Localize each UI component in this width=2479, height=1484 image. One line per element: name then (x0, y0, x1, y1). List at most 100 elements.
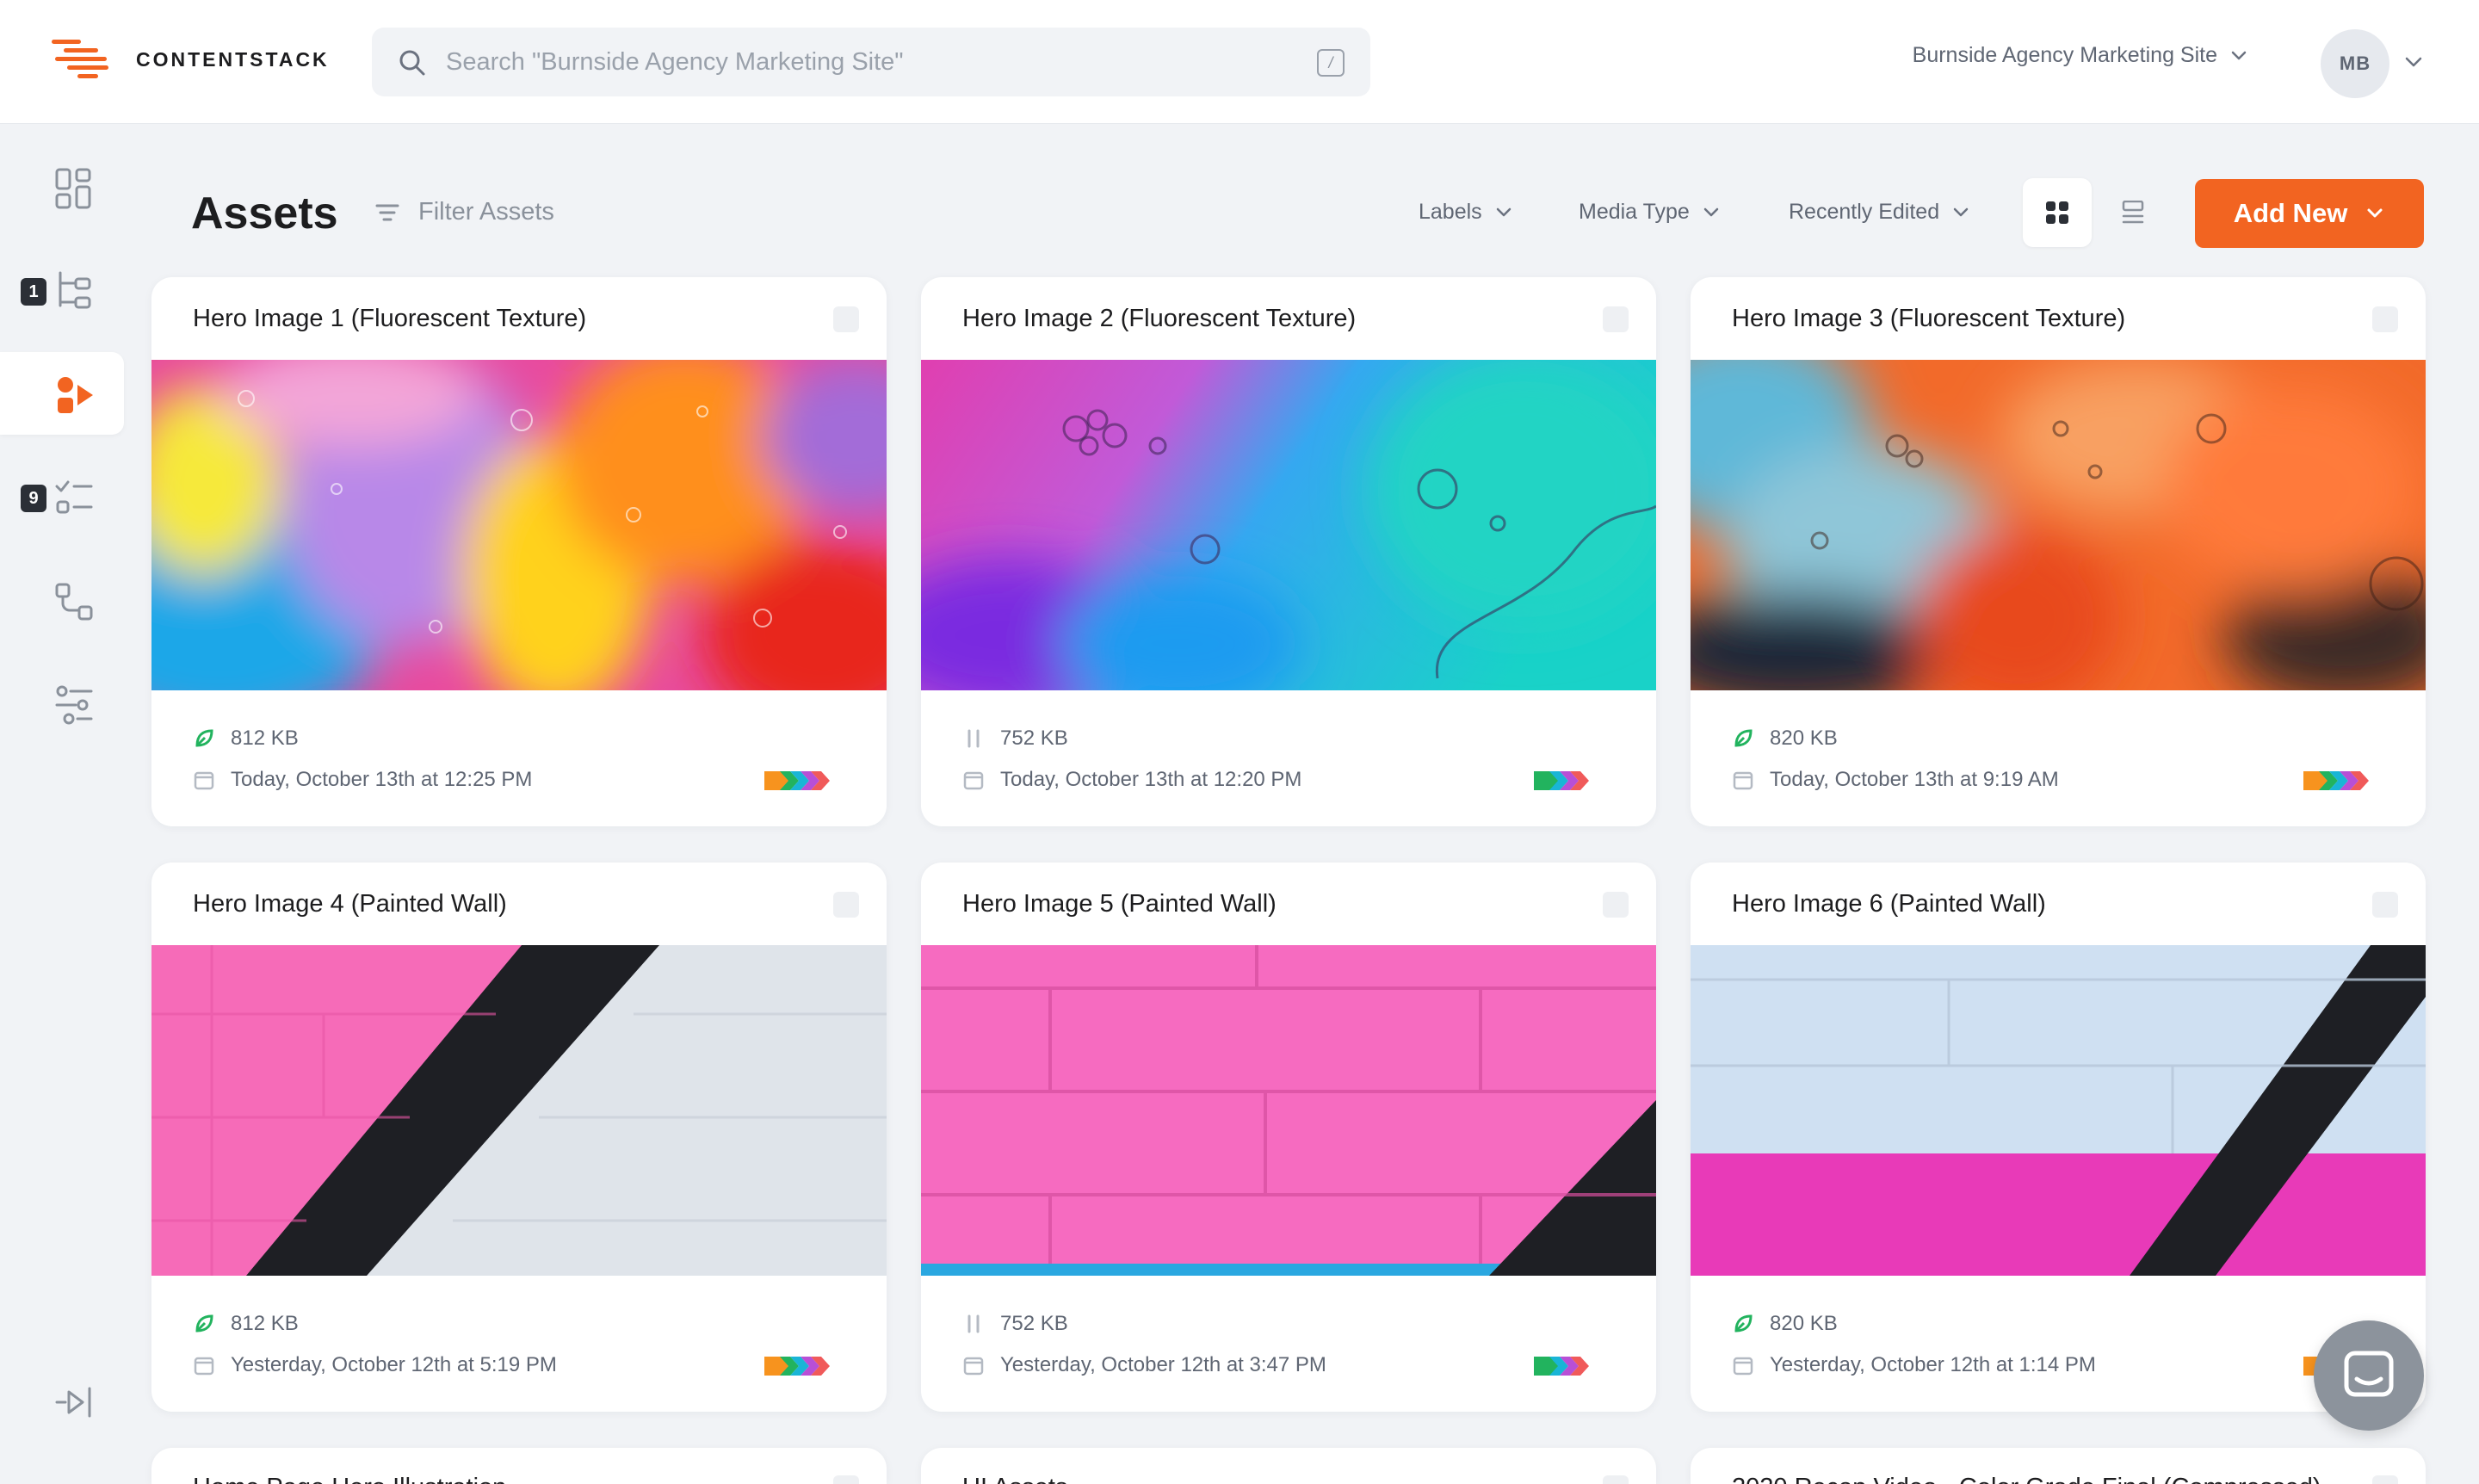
asset-title: 2020 Recap Video - Color Grade Final (Co… (1732, 1474, 2321, 1484)
sidebar-item-entries[interactable]: 9 (0, 455, 124, 538)
calendar-icon (194, 1357, 214, 1376)
asset-title: Hero Image 1 (Fluorescent Texture) (193, 305, 587, 332)
asset-select-checkbox[interactable] (2372, 1475, 2398, 1484)
asset-thumbnail[interactable] (151, 360, 887, 690)
labels-dropdown[interactable]: Labels (1419, 200, 1513, 225)
asset-date: Today, October 13th at 12:20 PM (1000, 768, 1302, 791)
asset-select-checkbox[interactable] (2372, 306, 2398, 332)
asset-select-checkbox[interactable] (2372, 892, 2398, 918)
chat-icon (2344, 1351, 2394, 1397)
sidebar-item-assets[interactable] (0, 352, 124, 435)
paused-icon (967, 1314, 980, 1333)
search-icon (399, 50, 425, 76)
filter-icon (375, 204, 399, 220)
sidebar-item-settings[interactable] (0, 662, 124, 745)
publish-environments-icon[interactable] (764, 770, 844, 792)
grid-view-button[interactable] (2023, 178, 2092, 247)
asset-thumbnail[interactable] (1691, 360, 2426, 690)
stack-name: Burnside Agency Marketing Site (1912, 43, 2217, 67)
asset-thumbnail[interactable] (921, 360, 1656, 690)
asset-title: Hero Image 2 (Fluorescent Texture) (962, 305, 1357, 332)
entries-list-icon (55, 480, 93, 514)
asset-card[interactable]: 2020 Recap Video - Color Grade Final (Co… (1691, 1448, 2426, 1484)
published-leaf-icon (195, 1314, 213, 1333)
asset-date-row: Yesterday, October 12th at 1:14 PM (1732, 1353, 2096, 1377)
asset-size: 820 KB (1770, 727, 1838, 750)
sidebar-item-workflows[interactable] (0, 559, 124, 641)
user-avatar[interactable]: MB (2321, 29, 2389, 98)
dashboard-icon (55, 168, 91, 209)
sidebar-collapse-button[interactable] (0, 1359, 124, 1442)
chevron-down-icon (1703, 207, 1719, 216)
chat-launcher-button[interactable] (2314, 1320, 2424, 1431)
sidebar-badge: 1 (21, 278, 46, 306)
sidebar-item-content-models[interactable]: 1 (0, 249, 124, 331)
asset-size: 812 KB (231, 727, 299, 750)
asset-date: Today, October 13th at 9:19 AM (1770, 768, 2059, 791)
filter-assets-label: Filter Assets (418, 198, 554, 226)
publish-environments-icon[interactable] (1534, 770, 1613, 792)
asset-card[interactable]: Hero Image 5 (Painted Wall) 752 KB Yeste… (921, 863, 1656, 1412)
add-new-button[interactable]: Add New (2195, 179, 2424, 248)
asset-card[interactable]: Hero Image 4 (Painted Wall) 812 KB Yeste… (151, 863, 887, 1412)
search-bar[interactable]: / (372, 28, 1370, 96)
asset-date: Yesterday, October 12th at 5:19 PM (231, 1353, 557, 1376)
asset-title: Home Page Hero Illustration (193, 1474, 506, 1484)
asset-date-row: Today, October 13th at 9:19 AM (1732, 768, 2059, 792)
top-bar: CONTENTSTACK / Burnside Agency Marketing… (0, 0, 2479, 124)
asset-select-checkbox[interactable] (833, 1475, 859, 1484)
assets-icon (58, 377, 93, 413)
asset-date-row: Yesterday, October 12th at 5:19 PM (193, 1353, 557, 1377)
asset-select-checkbox[interactable] (1603, 1475, 1629, 1484)
stack-selector[interactable]: Burnside Agency Marketing Site (1913, 43, 2248, 68)
page-title: Assets (191, 189, 338, 238)
grid-view-icon (2046, 201, 2068, 224)
asset-card[interactable]: Home Page Hero Illustration (151, 1448, 887, 1484)
sort-dropdown-label: Recently Edited (1789, 200, 1940, 224)
asset-card[interactable]: Hero Image 3 (Fluorescent Texture) 820 K… (1691, 277, 2426, 826)
asset-select-checkbox[interactable] (1603, 892, 1629, 918)
asset-thumbnail[interactable] (151, 945, 887, 1276)
asset-card[interactable]: Hero Image 1 (Fluorescent Texture) 812 K… (151, 277, 887, 826)
asset-size: 820 KB (1770, 1312, 1838, 1335)
asset-select-checkbox[interactable] (1603, 306, 1629, 332)
asset-select-checkbox[interactable] (833, 306, 859, 332)
asset-card[interactable]: Hero Image 6 (Painted Wall) 820 KB Yeste… (1691, 863, 2426, 1412)
search-input[interactable] (446, 40, 1221, 84)
chevron-down-icon[interactable] (2403, 52, 2424, 72)
sidebar: 1 9 (0, 125, 124, 1484)
content-model-icon (59, 271, 91, 309)
asset-thumbnail[interactable] (921, 945, 1656, 1276)
asset-card[interactable]: Hero Image 2 (Fluorescent Texture) 752 K… (921, 277, 1656, 826)
contentstack-logo-icon[interactable] (52, 34, 112, 88)
calendar-icon (963, 771, 984, 790)
publish-environments-icon[interactable] (764, 1355, 844, 1377)
list-view-button[interactable] (2099, 178, 2167, 247)
publish-environments-icon[interactable] (1534, 1355, 1613, 1377)
asset-title: Hero Image 5 (Painted Wall) (962, 890, 1277, 918)
asset-card[interactable]: UI Assets (921, 1448, 1656, 1484)
asset-title: UI Assets (962, 1474, 1068, 1484)
published-leaf-icon (1734, 729, 1753, 747)
asset-thumbnail[interactable] (1691, 945, 2426, 1276)
chevron-down-icon (2367, 208, 2383, 218)
labels-dropdown-label: Labels (1419, 200, 1482, 224)
asset-size-row: 752 KB (962, 727, 1068, 751)
sidebar-item-dashboard[interactable] (0, 145, 124, 228)
sort-dropdown[interactable]: Recently Edited (1789, 200, 1970, 225)
publish-environments-icon[interactable] (2303, 770, 2383, 792)
media-type-dropdown[interactable]: Media Type (1579, 200, 1721, 225)
chevron-down-icon (2231, 51, 2247, 59)
asset-date-row: Yesterday, October 12th at 3:47 PM (962, 1353, 1326, 1377)
chevron-down-icon (1953, 207, 1969, 216)
asset-date-row: Today, October 13th at 12:25 PM (193, 768, 532, 792)
asset-size-row: 812 KB (193, 727, 299, 751)
asset-title: Hero Image 4 (Painted Wall) (193, 890, 507, 918)
calendar-icon (1733, 771, 1753, 790)
asset-select-checkbox[interactable] (833, 892, 859, 918)
asset-date: Today, October 13th at 12:25 PM (231, 768, 533, 791)
list-view-icon (2122, 201, 2144, 224)
filter-assets[interactable]: Filter Assets (375, 198, 554, 226)
asset-size-row: 820 KB (1732, 1312, 1838, 1336)
asset-size-row: 752 KB (962, 1312, 1068, 1336)
